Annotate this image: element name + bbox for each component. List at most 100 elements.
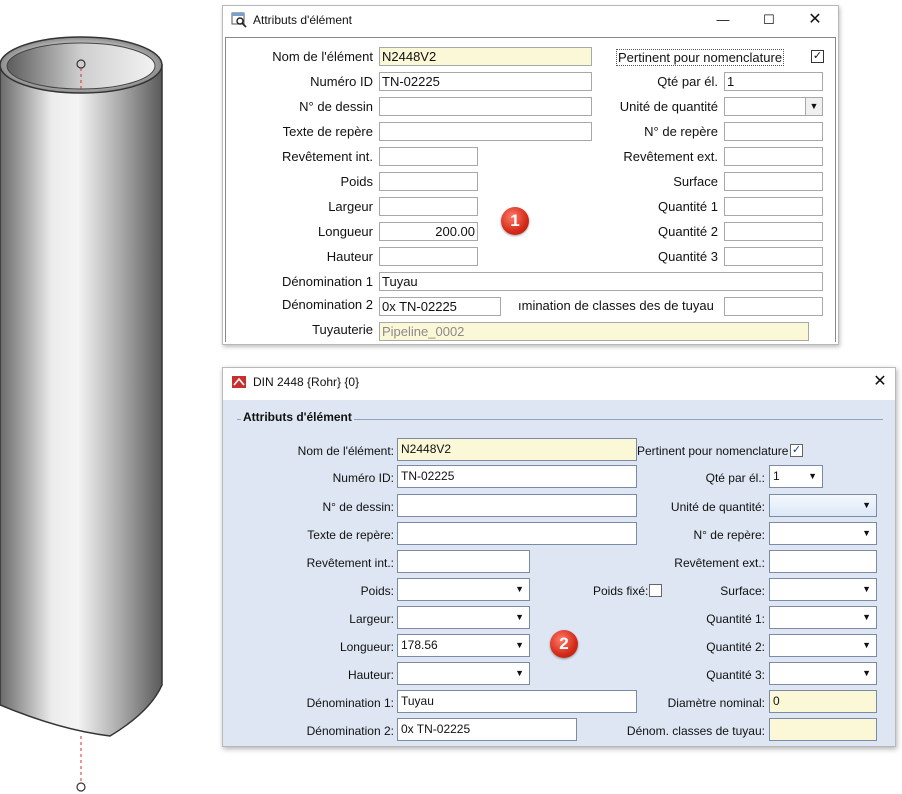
- callout-badge-2: 2: [550, 630, 578, 658]
- quantity-3-field[interactable]: [724, 247, 823, 266]
- reference-text-field[interactable]: [397, 522, 637, 545]
- reference-text-field[interactable]: [379, 122, 592, 141]
- length-dropdown[interactable]: 178.56 ▼: [397, 634, 530, 657]
- designation-2-field[interactable]: 0x TN-02225: [397, 718, 577, 741]
- designation-1-field[interactable]: Tuyau: [397, 690, 637, 713]
- chevron-down-icon[interactable]: ▼: [862, 607, 871, 628]
- label-quantity-2: Quantité 2:: [706, 640, 765, 654]
- designation-2-field[interactable]: 0x TN-02225: [379, 297, 501, 316]
- label-element-name: Nom de l'élément:: [297, 444, 394, 458]
- quantity-2-dropdown[interactable]: ▼: [769, 634, 877, 657]
- inner-coating-field[interactable]: [379, 147, 478, 166]
- quantity-unit-dropdown[interactable]: ▼: [724, 97, 823, 116]
- label-quantity-1: Quantité 1: [658, 199, 718, 214]
- height-field[interactable]: [379, 247, 478, 266]
- label-pipe-class-designation: ımination de classes des de tuyau: [518, 298, 714, 313]
- drawing-number-field[interactable]: [397, 494, 637, 517]
- label-weight: Poids:: [360, 584, 394, 598]
- label-designation-2: Dénomination 2: [281, 297, 373, 312]
- close-button[interactable]: ✕: [871, 374, 889, 390]
- chevron-down-icon[interactable]: ▼: [515, 607, 524, 628]
- label-reference-text: Texte de repère: [282, 124, 373, 139]
- chevron-down-icon[interactable]: ▼: [862, 635, 871, 656]
- outer-coating-field[interactable]: [724, 147, 823, 166]
- label-width: Largeur: [328, 199, 373, 214]
- length-field[interactable]: 200.00: [379, 222, 478, 241]
- height-dropdown[interactable]: ▼: [397, 662, 530, 685]
- pipe-3d-view[interactable]: [0, 0, 220, 794]
- quantity-unit-dropdown[interactable]: ▼: [769, 494, 877, 517]
- label-designation-1: Dénomination 1: [281, 274, 373, 289]
- dialog-body: Attributs d'élément Nom de l'élément: Nu…: [223, 400, 895, 746]
- label-weight: Poids: [340, 174, 373, 189]
- fixed-weight-checkbox[interactable]: [649, 584, 662, 597]
- label-drawing-number: N° de dessin: [299, 99, 373, 114]
- length-value: 178.56: [401, 638, 438, 652]
- pipe-body: [0, 64, 163, 737]
- weight-field[interactable]: [379, 172, 478, 191]
- chevron-down-icon[interactable]: ▼: [515, 635, 524, 656]
- label-relevant-for-bom: Pertinent pour nomenclature: [637, 444, 789, 458]
- label-quantity-2: Quantité 2: [658, 224, 718, 239]
- label-designation-1: Dénomination 1:: [306, 696, 394, 710]
- quantity-1-field[interactable]: [724, 197, 823, 216]
- dialog-title: DIN 2448 {Rohr} {0}: [253, 375, 360, 389]
- title-bar[interactable]: DIN 2448 {Rohr} {0} ✕: [223, 368, 895, 398]
- label-quantity-unit: Unité de quantité:: [670, 500, 765, 514]
- maximize-button[interactable]: ☐: [760, 12, 778, 28]
- element-name-field[interactable]: N2448V2: [379, 47, 592, 66]
- label-outer-coating: Revêtement ext.: [623, 149, 718, 164]
- pipe-class-designation-field[interactable]: [724, 297, 823, 316]
- piping-field[interactable]: Pipeline_0002: [379, 322, 809, 341]
- label-fixed-weight: Poids fixé:: [593, 584, 649, 598]
- qty-per-element-field[interactable]: 1: [724, 72, 823, 91]
- width-field[interactable]: [379, 197, 478, 216]
- label-relevant-for-bom: Pertinent pour nomenclature: [616, 49, 785, 66]
- title-bar[interactable]: Attributs d'élément — ☐ ✕: [223, 6, 838, 36]
- nominal-diameter-field[interactable]: 0: [769, 690, 877, 713]
- surface-field[interactable]: [724, 172, 823, 191]
- quantity-3-dropdown[interactable]: ▼: [769, 662, 877, 685]
- label-height: Hauteur: [326, 249, 373, 264]
- quantity-2-field[interactable]: [724, 222, 823, 241]
- chevron-down-icon[interactable]: ▼: [862, 579, 871, 600]
- id-number-field[interactable]: TN-02225: [379, 72, 592, 91]
- label-nominal-diameter: Diamètre nominal:: [667, 696, 765, 710]
- chevron-down-icon[interactable]: ▼: [805, 98, 822, 115]
- weight-dropdown[interactable]: ▼: [397, 578, 530, 601]
- surface-dropdown[interactable]: ▼: [769, 578, 877, 601]
- relevant-for-bom-checkbox[interactable]: ✓: [811, 50, 824, 63]
- qty-value: 1: [773, 469, 780, 483]
- chevron-down-icon[interactable]: ▼: [862, 663, 871, 684]
- label-pipe-class-designation: Dénom. classes de tuyau:: [626, 724, 765, 738]
- id-number-field[interactable]: TN-02225: [397, 465, 637, 488]
- label-id-number: Numéro ID: [310, 74, 373, 89]
- close-button[interactable]: ✕: [806, 12, 824, 28]
- minimize-button[interactable]: —: [714, 12, 732, 28]
- relevant-for-bom-checkbox[interactable]: ✓: [790, 444, 803, 457]
- chevron-down-icon[interactable]: ▼: [862, 495, 871, 516]
- width-dropdown[interactable]: ▼: [397, 606, 530, 629]
- reference-number-dropdown[interactable]: ▼: [769, 522, 877, 545]
- label-reference-number: N° de repère:: [693, 528, 765, 542]
- chevron-down-icon[interactable]: ▼: [808, 466, 817, 487]
- qty-per-element-dropdown[interactable]: 1 ▼: [769, 465, 823, 488]
- chevron-down-icon[interactable]: ▼: [515, 663, 524, 684]
- reference-number-field[interactable]: [724, 122, 823, 141]
- dialog-title: Attributs d'élément: [253, 13, 353, 27]
- designation-1-field[interactable]: Tuyau: [379, 272, 823, 291]
- label-reference-number: N° de repère: [644, 124, 718, 139]
- label-length: Longueur: [318, 224, 373, 239]
- outer-coating-field[interactable]: [769, 550, 877, 573]
- inner-coating-field[interactable]: [397, 550, 530, 573]
- quantity-1-dropdown[interactable]: ▼: [769, 606, 877, 629]
- label-designation-2: Dénomination 2:: [306, 724, 394, 738]
- drawing-number-field[interactable]: [379, 97, 592, 116]
- label-width: Largeur:: [349, 612, 394, 626]
- callout-badge-1: 1: [501, 207, 529, 235]
- pipe-class-designation-field[interactable]: [769, 718, 877, 741]
- chevron-down-icon[interactable]: ▼: [515, 579, 524, 600]
- chevron-down-icon[interactable]: ▼: [862, 523, 871, 544]
- element-name-field[interactable]: N2448V2: [397, 438, 637, 461]
- label-inner-coating: Revêtement int.: [281, 149, 373, 164]
